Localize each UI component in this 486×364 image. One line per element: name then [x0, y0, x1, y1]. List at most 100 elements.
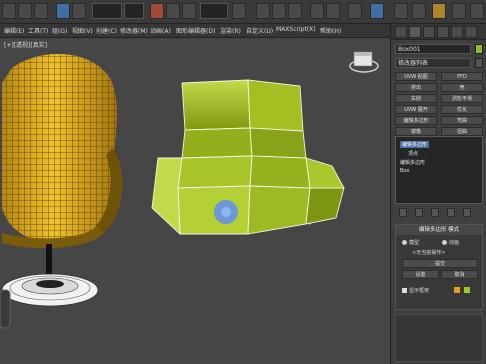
render-icon[interactable] [432, 3, 446, 19]
stack-item[interactable]: 编辑多边形 [400, 159, 425, 166]
selection-filter-dropdown[interactable] [92, 3, 122, 19]
remove-modifier-icon[interactable] [447, 208, 455, 217]
render-setup-icon[interactable] [412, 3, 426, 19]
mode-anim-radio[interactable]: 动画 [442, 239, 459, 246]
show-cage-checkbox[interactable]: 显示框架 [402, 287, 429, 294]
render-frame-icon[interactable] [452, 3, 466, 19]
scale-icon[interactable] [182, 3, 196, 19]
cage-selected-color-swatch[interactable] [464, 287, 470, 293]
stack-item[interactable]: 顶点 [408, 150, 418, 157]
edit-poly-object[interactable] [151, 79, 345, 236]
select-icon[interactable] [56, 3, 70, 19]
make-unique-icon[interactable] [431, 208, 439, 217]
percent-snap-icon[interactable] [288, 3, 302, 19]
move-icon[interactable] [150, 3, 164, 19]
stack-item[interactable]: Box [400, 168, 409, 174]
modifier-button[interactable]: 涡轮平滑 [441, 94, 483, 103]
current-operation-text: <无当前操作> [412, 250, 446, 256]
modifier-button[interactable]: 车削 [395, 94, 437, 103]
menu-views[interactable]: 视图(V) [72, 26, 93, 35]
commit-button[interactable]: 提交 [402, 259, 478, 268]
snap-icon[interactable] [256, 3, 270, 19]
menu-edit[interactable]: 编辑(E) [4, 26, 24, 35]
chair-model[interactable] [2, 54, 123, 249]
radio-label: 动画 [449, 240, 460, 246]
modify-tab-icon[interactable] [409, 26, 421, 38]
checkbox-label: 显示框架 [409, 288, 430, 294]
viewport-canvas [0, 51, 379, 329]
menu-animation[interactable]: 动画(A) [150, 26, 171, 35]
undo-icon[interactable] [2, 3, 16, 19]
named-selection-field[interactable] [124, 3, 144, 19]
mode-model-radio[interactable]: 模型 [402, 239, 419, 246]
modifier-button[interactable]: 镜像 [395, 127, 437, 136]
modifier-button[interactable]: 壳 [441, 83, 483, 92]
modifier-stack: 编辑多边形 顶点 编辑多边形 Box [395, 136, 483, 204]
object-color-swatch[interactable] [475, 44, 483, 54]
show-end-result-icon[interactable] [415, 208, 423, 217]
reference-coord-dropdown[interactable] [200, 3, 228, 19]
menu-group[interactable]: 组(G) [52, 26, 67, 35]
curve-editor-icon[interactable] [370, 3, 384, 19]
cage-color-swatch[interactable] [454, 287, 460, 293]
menu-bar: 编辑(E) 工具(T) 组(G) 视图(V) 创建(C) 修改器(M) 动画(A… [0, 24, 390, 38]
link-icon[interactable] [34, 3, 48, 19]
radio-icon [402, 240, 407, 245]
display-tab-icon[interactable] [451, 26, 463, 38]
pin-stack-icon[interactable] [399, 208, 407, 217]
perspective-viewport[interactable]: [+][透视][真实] [0, 38, 390, 364]
menu-graph-editors[interactable]: 图形编辑器(D) [176, 26, 215, 35]
stack-toolbar [395, 208, 483, 218]
checkbox-icon [402, 288, 407, 293]
utilities-tab-icon[interactable] [465, 26, 477, 38]
angle-snap-icon[interactable] [272, 3, 286, 19]
motion-tab-icon[interactable] [437, 26, 449, 38]
modifier-button[interactable]: 优化 [441, 105, 483, 114]
render-production-icon[interactable] [470, 3, 484, 19]
select-region-icon[interactable] [72, 3, 86, 19]
align-icon[interactable] [326, 3, 340, 19]
modifier-button[interactable]: 编辑多边形 [395, 116, 437, 125]
radio-icon [442, 240, 447, 245]
command-panel: Box001 修改器列表 UVW 贴图 FFD 挤出 壳 车削 涡轮平滑 UVW… [390, 24, 486, 364]
chair-base[interactable] [1, 244, 99, 307]
menu-modifiers[interactable]: 修改器(M) [120, 26, 148, 35]
hierarchy-tab-icon[interactable] [423, 26, 435, 38]
modifier-button[interactable]: UVW 贴图 [395, 72, 437, 81]
rollout-title[interactable]: 编辑多边形 模式 [396, 225, 482, 235]
modifier-button[interactable]: 弯曲 [441, 116, 483, 125]
menu-maxscript[interactable]: MAXScript(X) [276, 26, 316, 33]
menu-rendering[interactable]: 渲染(R) [220, 26, 241, 35]
object-name-field[interactable]: Box001 [395, 44, 471, 54]
radio-label: 模型 [409, 240, 420, 246]
create-tab-icon[interactable] [395, 26, 407, 38]
settings-button[interactable]: 设置 [402, 270, 439, 279]
menu-customize[interactable]: 自定义(U) [246, 26, 273, 35]
cancel-button[interactable]: 取消 [441, 270, 478, 279]
move-gizmo-center[interactable] [221, 207, 231, 217]
layer-icon[interactable] [348, 3, 362, 19]
menu-tools[interactable]: 工具(T) [28, 26, 48, 35]
material-editor-icon[interactable] [394, 3, 408, 19]
command-panel-tabs [391, 24, 486, 40]
edit-poly-mode-rollout: 编辑多边形 模式 模型 动画 <无当前操作> 提交 设置 取消 显示框架 [395, 224, 483, 310]
modifier-button[interactable]: UVW 展开 [395, 105, 437, 114]
modifier-button[interactable]: 挤出 [395, 83, 437, 92]
view-cube[interactable] [349, 51, 379, 73]
redo-icon[interactable] [18, 3, 32, 19]
mirror-icon[interactable] [310, 3, 324, 19]
modifier-button[interactable]: FFD [441, 72, 483, 81]
pivot-icon[interactable] [232, 3, 246, 19]
menu-help[interactable]: 帮助(H) [320, 26, 341, 35]
main-toolbar [0, 0, 486, 24]
menu-create[interactable]: 创建(C) [96, 26, 117, 35]
stack-item[interactable]: 编辑多边形 [400, 141, 430, 148]
chevron-down-icon[interactable] [475, 58, 483, 68]
modifier-list-dropdown[interactable]: 修改器列表 [395, 58, 471, 68]
modifier-button[interactable]: 扭曲 [441, 127, 483, 136]
rotate-icon[interactable] [166, 3, 180, 19]
selection-rollout-collapsed [395, 314, 483, 362]
configure-sets-icon[interactable] [463, 208, 471, 217]
nav-gizmo-corner[interactable] [0, 289, 11, 329]
app-window: 编辑(E) 工具(T) 组(G) 视图(V) 创建(C) 修改器(M) 动画(A… [0, 0, 486, 364]
